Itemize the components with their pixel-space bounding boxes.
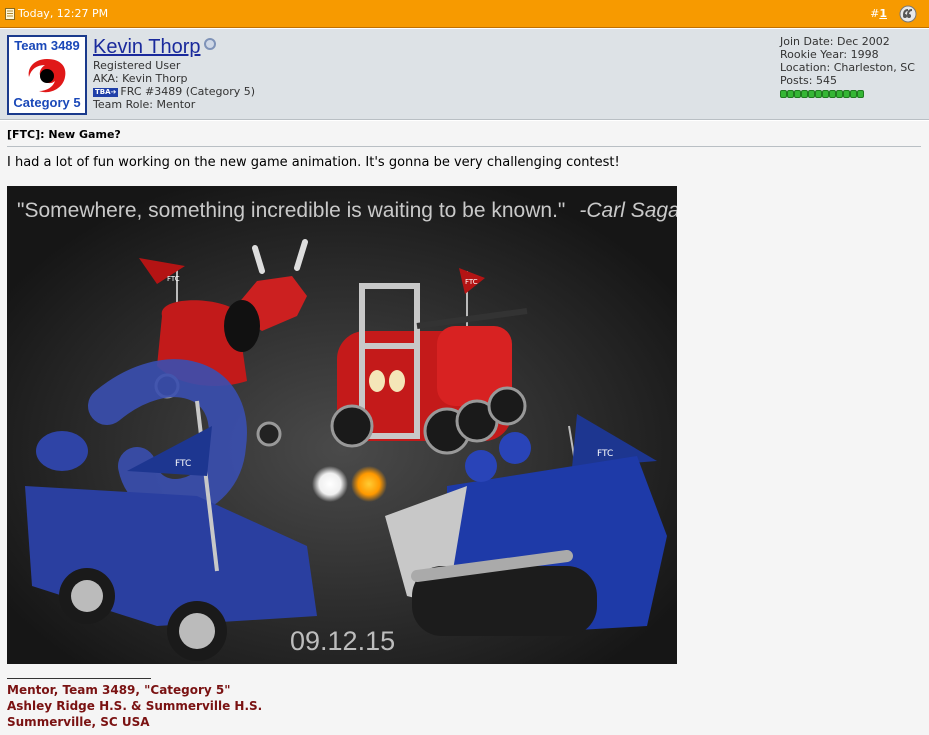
user-frc-line: TBA➔ FRC #3489 (Category 5): [93, 85, 255, 98]
hurricane-icon: [28, 59, 66, 93]
post-date: Today, 12:27 PM: [18, 7, 109, 20]
reputation-bar: [780, 88, 915, 98]
document-icon: [5, 8, 15, 20]
robot-render-illustration: FTC FTC FTC FTC: [7, 186, 677, 664]
white-ball: [312, 466, 348, 502]
reputation-pip: [787, 90, 794, 98]
image-date: 09.12.15: [290, 626, 396, 656]
location: Location: Charleston, SC: [780, 61, 915, 74]
reputation-pip: [857, 90, 864, 98]
flag-text-4: FTC: [597, 449, 613, 459]
flag-text-3: FTC: [175, 459, 191, 469]
title-divider: [7, 146, 921, 147]
flag-text-1: FTC: [167, 275, 180, 283]
reputation-pip: [780, 90, 787, 98]
signature-divider: [7, 678, 151, 679]
signature: Mentor, Team 3489, "Category 5" Ashley R…: [7, 682, 262, 730]
post-count: Posts: 545: [780, 74, 837, 87]
user-details: Kevin Thorp Registered User AKA: Kevin T…: [93, 36, 255, 111]
orange-ball: [351, 466, 387, 502]
post-title: [FTC]: New Game?: [7, 128, 121, 141]
post-content: [FTC]: New Game? I had a lot of fun work…: [0, 121, 929, 735]
signature-line-3: Summerville, SC USA: [7, 715, 150, 729]
avatar-team-text: Team 3489: [14, 38, 80, 53]
username-link[interactable]: Kevin Thorp: [93, 36, 200, 58]
multi-quote-icon[interactable]: [899, 5, 917, 23]
post-number: #1: [870, 7, 887, 20]
signature-line-2: Ashley Ridge H.S. & Summerville H.S.: [7, 699, 263, 713]
user-stats: Join Date: Dec 2002 Rookie Year: 1998 Lo…: [780, 35, 915, 98]
user-title: Registered User: [93, 59, 181, 72]
avatar[interactable]: Team 3489 Category 5: [7, 35, 87, 115]
tba-badge-icon[interactable]: TBA➔: [93, 88, 119, 97]
image-quote: "Somewhere, something incredible is wait…: [17, 199, 677, 223]
avatar-category-text: Category 5: [13, 95, 81, 110]
user-frc-team: FRC #3489 (Category 5): [120, 85, 256, 98]
reputation-pip: [843, 90, 850, 98]
reputation-pip: [836, 90, 843, 98]
rookie-year: Rookie Year: 1998: [780, 48, 879, 61]
reputation-pip: [850, 90, 857, 98]
user-aka: AKA: Kevin Thorp: [93, 72, 188, 85]
post-number-link[interactable]: 1: [879, 7, 887, 20]
reputation-pip: [815, 90, 822, 98]
signature-line-1: Mentor, Team 3489, "Category 5": [7, 683, 231, 697]
post-header-bar: Today, 12:27 PM #1: [0, 0, 929, 28]
image-quote-text: "Somewhere, something incredible is wait…: [17, 199, 566, 222]
user-team-role: Team Role: Mentor: [93, 98, 196, 111]
reputation-pip: [801, 90, 808, 98]
post-hash: #: [870, 7, 880, 20]
flag-text-2: FTC: [465, 278, 478, 286]
post-image[interactable]: FTC FTC FTC FTC "Somewhere, something in…: [7, 186, 677, 664]
post-text: I had a lot of fun working on the new ga…: [7, 155, 620, 170]
reputation-pip: [822, 90, 829, 98]
image-quote-author: -Carl Sagan: [579, 199, 677, 222]
user-info-bar: Team 3489 Category 5 Kevin Thorp Registe…: [0, 29, 929, 120]
join-date: Join Date: Dec 2002: [780, 35, 890, 48]
reputation-pip: [808, 90, 815, 98]
reputation-pip: [794, 90, 801, 98]
reputation-pip: [829, 90, 836, 98]
online-status-icon: [204, 38, 217, 50]
